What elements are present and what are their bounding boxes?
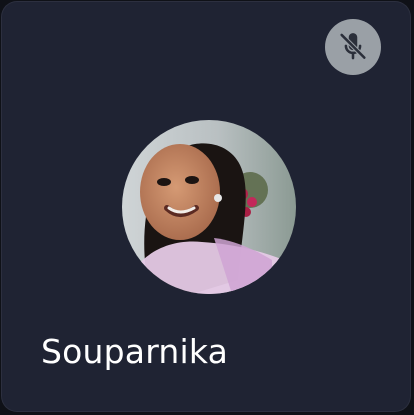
participant-name: Souparnika [41,332,229,371]
avatar [122,120,296,294]
participant-tile: Souparnika [1,1,411,412]
mute-indicator [325,19,381,75]
mic-off-icon [336,30,370,64]
